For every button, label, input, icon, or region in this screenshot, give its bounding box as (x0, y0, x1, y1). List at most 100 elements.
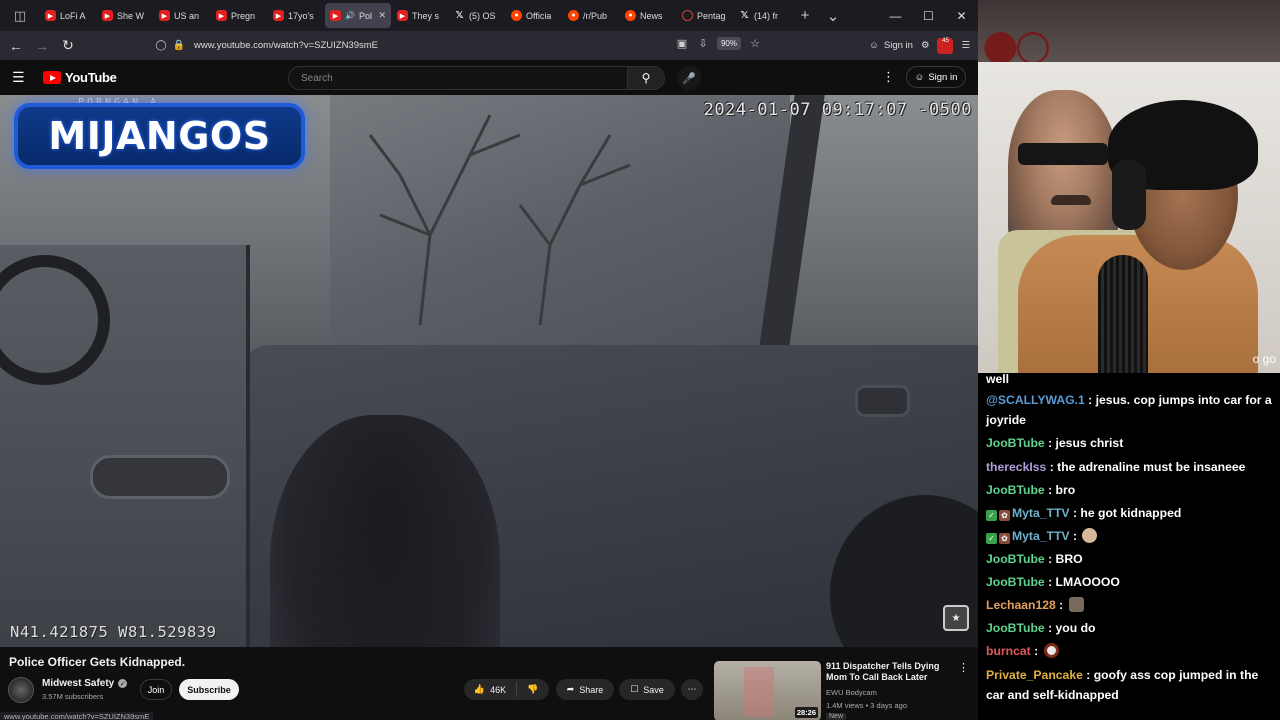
chat-username[interactable]: Private_Pancake (986, 668, 1083, 682)
search-input[interactable]: Search (288, 66, 628, 90)
tab-title: They s (412, 10, 440, 21)
bookmark-icon: ☐ (630, 684, 639, 694)
share-arrow-icon: ➦ (566, 684, 575, 694)
reload-icon[interactable]: ↻ (55, 33, 81, 59)
toolbar-right: ☺ Sign in ⚙ 45 ☰ (869, 34, 970, 57)
chat-username[interactable]: burncat (986, 644, 1031, 658)
url-text[interactable]: www.youtube.com/watch?v=SZUIZN39smE (194, 40, 378, 51)
menu-icon[interactable]: ☰ (961, 40, 970, 51)
tab-title: 17yo's (288, 10, 314, 21)
microphone-icon[interactable]: 🎤 (677, 66, 701, 90)
save-button[interactable]: ☐ Save (619, 679, 675, 700)
channel-name[interactable]: Midwest Safety (42, 678, 114, 689)
close-window-icon[interactable]: ✕ (945, 0, 978, 31)
recommended-title[interactable]: 911 Dispatcher Tells Dying Mom To Call B… (826, 661, 946, 683)
browser-tab[interactable]: ● /r/Pub (563, 3, 619, 28)
join-button[interactable]: Join (140, 679, 172, 700)
forward-icon[interactable]: → (29, 33, 55, 59)
browser-tab[interactable]: Pentag (677, 3, 733, 28)
chat-username[interactable]: Lechaan128 (986, 598, 1056, 612)
tab-title: News (640, 10, 663, 21)
maximize-icon[interactable]: ☐ (912, 0, 945, 31)
subscribe-button[interactable]: Subscribe (179, 679, 239, 700)
tab-title: (5) OS (469, 10, 496, 21)
video-player[interactable]: PORNGAN A MIJANGOS 2024-01-07 09:17:07 -… (0, 95, 978, 647)
youtube-icon: ▶ (330, 10, 341, 21)
youtube-logo[interactable]: YouTube (43, 70, 117, 85)
more-options-icon[interactable]: ⋮ (882, 69, 895, 85)
chat-username[interactable]: JooBTube (986, 575, 1045, 589)
browser-tab[interactable]: ▶ US an (154, 3, 210, 28)
more-actions-icon[interactable]: ⋯ (681, 679, 703, 700)
recommended-thumbnail[interactable]: 28:26 (714, 661, 821, 720)
youtube-icon: ▶ (159, 10, 170, 21)
chat-text: : BRO (1044, 552, 1083, 566)
chat-username[interactable]: @SCALLYWAG.1 (986, 393, 1085, 407)
recommended-channel[interactable]: EWU Bodycam (826, 688, 877, 697)
tab-dropdown-icon[interactable]: ⌄ (819, 7, 847, 25)
download-icon[interactable]: ⇩ (696, 36, 710, 50)
extension-badge-icon[interactable]: 45 (937, 37, 954, 54)
lock-icon[interactable]: 🔒 (170, 40, 188, 51)
browser-tab[interactable]: ● Officia (506, 3, 562, 28)
pentagon-icon (682, 10, 693, 21)
recommended-meta: 1.4M views • 3 days ago (826, 701, 907, 710)
youtube-sign-in-button[interactable]: ☺ Sign in (906, 66, 966, 88)
tab-list-icon[interactable]: ◫ (0, 0, 40, 31)
share-button[interactable]: ➦ Share (556, 679, 614, 700)
browser-tab[interactable]: ▶ LoFi A (40, 3, 96, 28)
address-bar[interactable]: ◯ 🔒 www.youtube.com/watch?v=SZUIZN39smE … (152, 35, 770, 56)
tab-close-icon[interactable]: ✕ (378, 10, 386, 21)
browser-tab[interactable]: ▶ 🔊Poli ✕ (325, 3, 391, 28)
hamburger-menu-icon[interactable]: ☰ (12, 69, 25, 86)
browser-tab[interactable]: ▶ Pregn (211, 3, 267, 28)
tab-bar: ◫ ▶ LoFi A ▶ She W ▶ US an ▶ Pregn ▶ 17yo's ▶ 🔊Poli… (0, 0, 978, 31)
background-photo-blindfold (1018, 143, 1108, 165)
dislike-button[interactable]: 👎 (517, 684, 549, 695)
chat-username[interactable]: thereckIss (986, 460, 1046, 474)
tab-title: Pentag (697, 10, 726, 21)
account-circle-icon: ☺ (914, 71, 925, 83)
chat-message: burncat : (986, 640, 1272, 663)
browser-tab[interactable]: ▶ 17yo's (268, 3, 324, 28)
recommended-new-badge: New (826, 713, 847, 720)
like-count: 46K (490, 684, 507, 695)
chat-username[interactable]: Myta_TTV (1012, 506, 1070, 520)
chat-username[interactable]: JooBTube (986, 621, 1045, 635)
headphone-icon (1112, 160, 1146, 230)
extensions-icon[interactable]: ⚙ (921, 40, 930, 51)
picture-in-picture-icon[interactable]: ▣ (675, 36, 689, 50)
minimize-icon[interactable]: — (879, 0, 912, 31)
channel-watermark-icon[interactable]: ★ (943, 605, 969, 631)
bookmark-star-icon[interactable]: ☆ (748, 36, 762, 50)
flower-badge-icon: ✿ (999, 510, 1010, 521)
browser-tab[interactable]: 𝕏 (5) OS (449, 3, 505, 28)
new-tab-button[interactable]: + (791, 7, 819, 24)
face-emote-icon (1068, 597, 1084, 612)
youtube-sign-in-label: Sign in (928, 71, 958, 83)
chat-message: @SCALLYWAG.1 : jesus. cop jumps into car… (986, 388, 1272, 432)
search-icon[interactable]: ⚲ (627, 66, 665, 90)
back-icon[interactable]: ← (3, 33, 29, 59)
zoom-level-badge[interactable]: 90% (716, 36, 741, 50)
chat-username[interactable]: Myta_TTV (1012, 529, 1070, 543)
channel-name-row[interactable]: Midwest Safety ✓ (42, 678, 128, 689)
chat-message: ✓ ✿ Myta_TTV : he got kidnapped (986, 502, 1272, 525)
like-button[interactable]: 👍 46K (464, 682, 517, 697)
channel-avatar[interactable] (8, 677, 34, 703)
bodycam-gps-coordinates: N41.421875 W81.529839 (10, 623, 217, 641)
chat-username[interactable]: JooBTube (986, 483, 1045, 497)
speaker-icon[interactable]: 🔊 (345, 11, 355, 20)
recommended-more-icon[interactable]: ⋮ (958, 661, 969, 674)
chat-username[interactable]: JooBTube (986, 436, 1045, 450)
chat-message: thereckIss : the adrenaline must be insa… (986, 455, 1272, 479)
chat-message: Lechaan128 : (986, 594, 1272, 617)
subscriber-count: 3.57M subscribers (42, 692, 104, 701)
browser-tab[interactable]: 𝕏 (14) fr (734, 3, 790, 28)
browser-tab[interactable]: ● News (620, 3, 676, 28)
browser-tab[interactable]: ▶ She W (97, 3, 153, 28)
browser-sign-in-button[interactable]: ☺ Sign in (869, 40, 913, 51)
shield-icon[interactable]: ◯ (152, 40, 170, 51)
browser-tab[interactable]: ▶ They s (392, 3, 448, 28)
chat-username[interactable]: JooBTube (986, 552, 1045, 566)
